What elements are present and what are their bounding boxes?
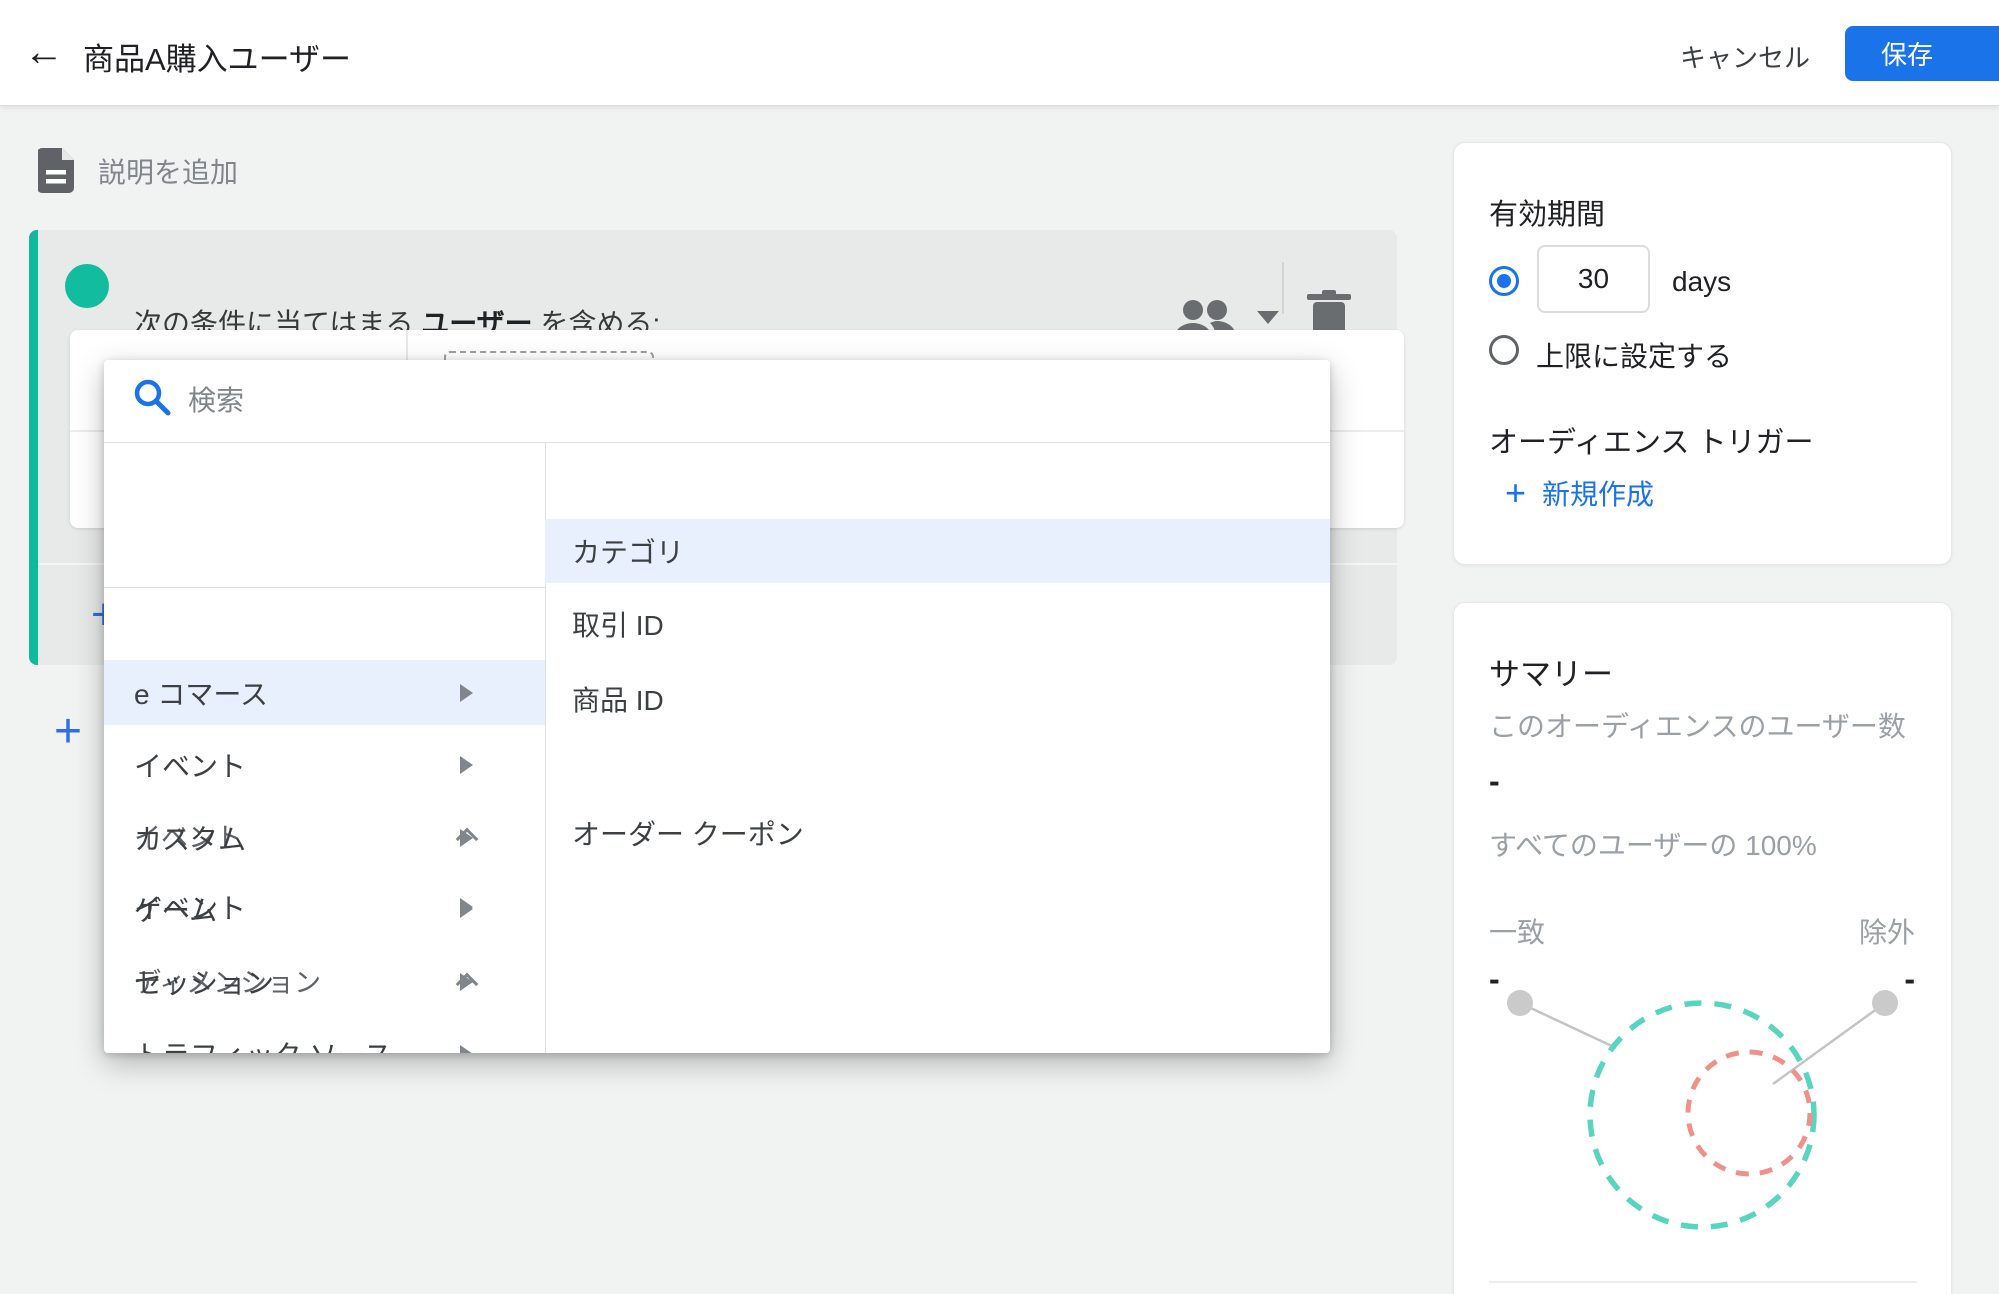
cancel-button[interactable]: キャンセル xyxy=(1662,30,1828,83)
audience-builder-page: ← 商品A購入ユーザー キャンセル 保存 説明を追加 次の条件に当てはまる ユー… xyxy=(0,0,1999,1294)
membership-duration-card: 有効期間 days 上限に設定する オーディエンス トリガー + 新規作成 xyxy=(1453,142,1952,565)
days-label: days xyxy=(1672,266,1732,297)
audience-trigger-title: オーディエンス トリガー xyxy=(1489,427,1814,459)
arrow-right-icon xyxy=(460,900,473,918)
summary-bottom-divider xyxy=(1489,1281,1917,1283)
save-button[interactable]: 保存 xyxy=(1845,26,1999,81)
arrow-right-icon xyxy=(460,973,473,991)
add-exclude-group-button[interactable]: + xyxy=(54,708,82,756)
menu-divider xyxy=(104,587,545,588)
arrow-right-icon xyxy=(460,683,473,702)
arrow-right-icon xyxy=(460,756,473,774)
top-bar: ← 商品A購入ユーザー キャンセル 保存 xyxy=(0,0,1999,106)
scope-caret-icon[interactable] xyxy=(1257,311,1279,324)
audience-users-label: このオーディエンスのユーザー数 xyxy=(1489,711,1906,742)
audience-name-field[interactable]: 商品A購入ユーザー xyxy=(83,34,351,79)
max-limit-label: 上限に設定する xyxy=(1536,341,1733,372)
submenu-item-order-coupon[interactable]: オーダー クーポン xyxy=(545,797,1330,869)
max-limit-radio[interactable] xyxy=(1489,335,1519,365)
dimension-picker-dropdown: イベント イベント ディメンション e コマース イベント カスタム ゲーム セ… xyxy=(104,360,1330,1053)
back-arrow-icon[interactable]: ← xyxy=(22,30,66,74)
audience-users-value: - xyxy=(1489,763,1500,799)
menu-item-traffic-source[interactable]: トラフィック ソース xyxy=(104,1018,545,1053)
add-description-label: 説明を追加 xyxy=(98,157,239,188)
plus-icon: + xyxy=(1505,472,1527,513)
submenu-item-transaction-id[interactable]: 取引 ID xyxy=(545,588,1330,660)
menu-item-custom[interactable]: カスタム xyxy=(104,802,545,874)
create-new-trigger-button[interactable]: + 新規作成 xyxy=(1505,473,1654,513)
submenu-item-item-id[interactable]: 商品 ID xyxy=(545,663,1330,735)
summary-card: サマリー このオーディエンスのユーザー数 - すべてのユーザーの 100% 一致… xyxy=(1453,602,1952,1294)
search-row xyxy=(104,360,1330,442)
duration-title: 有効期間 xyxy=(1489,199,1606,231)
percent-of-all-users-label: すべてのユーザーの 100% xyxy=(1489,830,1817,861)
days-radio-selected[interactable] xyxy=(1489,266,1519,296)
description-row[interactable]: 説明を追加 xyxy=(38,146,238,196)
document-icon xyxy=(38,148,74,194)
arrow-right-icon xyxy=(460,829,473,847)
menu-item-session[interactable]: セッション xyxy=(104,946,545,1018)
submenu-item-category-selected[interactable]: カテゴリ xyxy=(545,519,1330,583)
menu-item-events2[interactable]: イベント xyxy=(104,729,545,801)
menu-item-gaming[interactable]: ゲーム xyxy=(104,873,545,945)
days-value-input[interactable] xyxy=(1537,245,1650,313)
search-divider xyxy=(104,442,1330,443)
include-scope-dot xyxy=(65,264,109,308)
include-accent-bar xyxy=(29,230,38,665)
audience-venn-diagram xyxy=(1507,990,1898,1230)
menu-item-ecommerce-selected[interactable]: e コマース xyxy=(104,660,545,725)
arrow-right-icon xyxy=(460,1045,473,1053)
search-input[interactable] xyxy=(188,376,1288,426)
header-divider xyxy=(1282,262,1284,314)
search-icon xyxy=(132,377,172,417)
summary-title: サマリー xyxy=(1489,657,1613,692)
